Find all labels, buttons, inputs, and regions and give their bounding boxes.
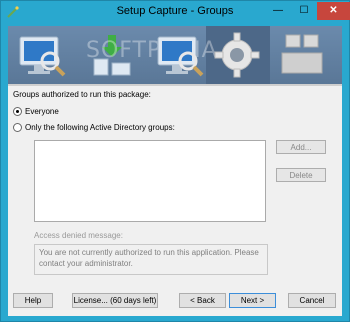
title-bar[interactable]: Setup Capture - Groups — ☐ ✕ [1,1,350,23]
ad-groups-radio-label[interactable]: Only the following Active Directory grou… [25,123,175,132]
ad-groups-radio[interactable] [13,122,22,132]
next-button[interactable]: Next > [229,293,276,308]
computer-scan-icon [157,36,204,77]
cancel-button[interactable]: Cancel [288,293,336,308]
computer-scan-icon [19,36,66,77]
license-button[interactable]: License... (60 days left) [72,293,158,308]
ad-groups-radio-row[interactable]: Only the following Active Directory grou… [13,121,175,133]
everyone-radio-row[interactable]: Everyone [13,105,59,117]
delete-group-button[interactable]: Delete [276,168,326,182]
add-group-button[interactable]: Add... [276,140,326,154]
setup-capture-window: Setup Capture - Groups — ☐ ✕ SOFTPEDIA G… [0,0,350,322]
groups-heading: Groups authorized to run this package: [13,90,151,99]
gear-icon [214,32,260,78]
wizard-banner: SOFTPEDIA [8,26,342,84]
banner-separator [8,84,342,86]
minimize-button[interactable]: — [265,2,291,20]
close-button[interactable]: ✕ [317,2,350,20]
help-button[interactable]: Help [13,293,53,308]
packages-icon [281,34,323,74]
everyone-radio[interactable] [13,106,22,116]
back-button[interactable]: < Back [179,293,226,308]
access-denied-label: Access denied message: [34,231,123,240]
dialog-client-area: SOFTPEDIA Groups authorized to run this … [8,26,342,316]
everyone-radio-label[interactable]: Everyone [25,107,59,116]
ad-groups-list[interactable] [34,140,266,222]
maximize-button[interactable]: ☐ [291,2,317,20]
access-denied-message[interactable]: You are not currently authorized to run … [34,244,268,275]
